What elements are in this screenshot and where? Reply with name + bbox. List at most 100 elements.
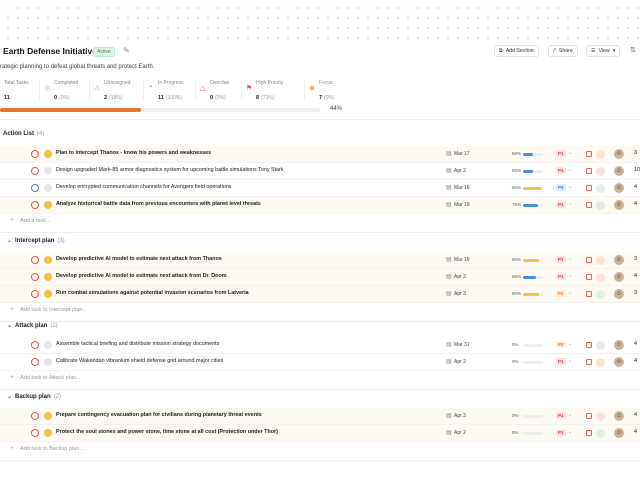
due-date[interactable]: Apr 2 [454, 359, 466, 365]
assignee-avatar[interactable] [596, 412, 605, 421]
flag-icon[interactable] [586, 342, 592, 348]
due-date[interactable]: Mar 17 [454, 151, 470, 157]
user-avatar[interactable]: ☺ [614, 200, 624, 210]
task-row[interactable]: Calibrate Wakandan vibranium shield defe… [0, 354, 640, 371]
task-row[interactable]: Prepare contingency evacuation plan for … [0, 408, 640, 425]
assignee-avatar[interactable] [596, 358, 605, 367]
status-circle-icon[interactable] [31, 150, 39, 158]
assignee-avatar[interactable] [596, 150, 605, 159]
add-task-link[interactable]: + Add task to Intercept plan... [10, 306, 310, 318]
focus-dot-icon[interactable] [44, 184, 52, 192]
focus-dot-icon[interactable] [44, 167, 52, 175]
edit-icon[interactable]: ✎ [123, 46, 130, 55]
chevron-down-icon[interactable]: ⌄ [568, 290, 572, 296]
task-title[interactable]: Run combat simulations against potential… [56, 290, 249, 296]
task-title[interactable]: Develop predictive AI model to estimate … [56, 273, 227, 279]
task-title[interactable]: Calibrate Wakandan vibranium shield defe… [56, 358, 223, 364]
flag-icon[interactable] [586, 291, 592, 297]
user-avatar[interactable]: ☺ [614, 357, 624, 367]
task-title[interactable]: Develop predictive AI model to estimate … [56, 256, 222, 262]
chevron-down-icon[interactable]: ⌄ [7, 237, 15, 244]
focus-dot-icon[interactable] [44, 341, 52, 349]
task-row[interactable]: Develop encrypted communication channels… [0, 180, 640, 197]
priority-badge[interactable]: P1 [556, 358, 566, 365]
due-date[interactable]: Apr 2 [454, 430, 466, 436]
status-circle-icon[interactable] [31, 184, 39, 192]
task-row[interactable]: Develop predictive AI model to estimate … [0, 269, 640, 286]
task-title[interactable]: Prepare contingency evacuation plan for … [56, 412, 262, 418]
task-title[interactable]: Assemble tactical briefing and distribut… [56, 341, 219, 347]
focus-dot-icon[interactable] [44, 150, 52, 158]
priority-badge[interactable]: P1 [556, 167, 566, 174]
user-avatar[interactable]: ☺ [614, 183, 624, 193]
due-date[interactable]: Apr 2 [454, 168, 466, 174]
focus-dot-icon[interactable] [44, 429, 52, 437]
focus-dot-icon[interactable] [44, 358, 52, 366]
chevron-down-icon[interactable]: ⌄ [7, 393, 15, 400]
status-circle-icon[interactable] [31, 358, 39, 366]
share-button[interactable]: ⤤ Share [548, 45, 578, 57]
flag-icon[interactable] [586, 274, 592, 280]
priority-badge[interactable]: P1 [556, 429, 566, 436]
status-circle-icon[interactable] [31, 201, 39, 209]
add-task-link[interactable]: + Add task to Backup plan... [10, 445, 310, 457]
due-date[interactable]: Apr 3 [454, 413, 466, 419]
sort-icon[interactable]: ⇅ [630, 46, 636, 54]
chevron-down-icon[interactable]: ⌄ [568, 150, 572, 156]
user-avatar[interactable]: ☺ [614, 289, 624, 299]
due-date[interactable]: Apr 2 [454, 274, 466, 280]
chevron-down-icon[interactable]: ⌄ [568, 184, 572, 190]
focus-dot-icon[interactable] [44, 201, 52, 209]
task-row[interactable]: Assemble tactical briefing and distribut… [0, 337, 640, 354]
assignee-avatar[interactable] [596, 184, 605, 193]
status-circle-icon[interactable] [31, 412, 39, 420]
priority-badge[interactable]: P1 [556, 412, 566, 419]
chevron-down-icon[interactable]: ⌄ [568, 358, 572, 364]
priority-badge[interactable]: P3 [556, 184, 566, 191]
task-title[interactable]: Design upgraded Mark-85 armor diagnostic… [56, 167, 284, 173]
user-avatar[interactable]: ☺ [614, 428, 624, 438]
due-date[interactable]: Mar 19 [454, 202, 470, 208]
assignee-avatar[interactable] [596, 341, 605, 350]
flag-icon[interactable] [586, 151, 592, 157]
status-circle-icon[interactable] [31, 429, 39, 437]
chevron-down-icon[interactable]: ⌄ [568, 201, 572, 207]
task-row[interactable]: Protect the soul stones and power stone,… [0, 425, 640, 442]
due-date[interactable]: Mar 31 [454, 342, 470, 348]
task-row[interactable]: Design upgraded Mark-85 armor diagnostic… [0, 163, 640, 180]
assignee-avatar[interactable] [596, 201, 605, 210]
section-header[interactable]: ⌄ Intercept plan (3) [0, 237, 640, 251]
task-row[interactable]: Develop predictive AI model to estimate … [0, 252, 640, 269]
section-header[interactable]: ⌄ Backup plan (2) [0, 393, 640, 407]
chevron-down-icon[interactable]: ⌄ [7, 322, 15, 329]
assignee-avatar[interactable] [596, 167, 605, 176]
due-date[interactable]: Mar 19 [454, 257, 470, 263]
task-row[interactable]: Run combat simulations against potential… [0, 286, 640, 303]
user-avatar[interactable]: ☺ [614, 411, 624, 421]
status-circle-icon[interactable] [31, 341, 39, 349]
chevron-down-icon[interactable]: ⌄ [568, 167, 572, 173]
status-circle-icon[interactable] [31, 167, 39, 175]
task-row[interactable]: Plan to intercept Thanos - know his powe… [0, 146, 640, 163]
status-circle-icon[interactable] [31, 290, 39, 298]
status-circle-icon[interactable] [31, 256, 39, 264]
chevron-down-icon[interactable]: ⌄ [568, 341, 572, 347]
priority-badge[interactable]: P2 [556, 341, 566, 348]
flag-icon[interactable] [586, 413, 592, 419]
chevron-down-icon[interactable]: ⌄ [568, 412, 572, 418]
user-avatar[interactable]: ☺ [614, 255, 624, 265]
flag-icon[interactable] [586, 168, 592, 174]
due-date[interactable]: Mar 16 [454, 185, 470, 191]
task-row[interactable]: Analyze historical battle data from prev… [0, 197, 640, 214]
focus-dot-icon[interactable] [44, 412, 52, 420]
focus-dot-icon[interactable] [44, 290, 52, 298]
priority-badge[interactable]: P1 [556, 201, 566, 208]
chevron-down-icon[interactable]: ⌄ [568, 429, 572, 435]
chevron-down-icon[interactable]: ⌄ [568, 273, 572, 279]
flag-icon[interactable] [586, 202, 592, 208]
assignee-avatar[interactable] [596, 290, 605, 299]
user-avatar[interactable]: ☺ [614, 166, 624, 176]
task-title[interactable]: Protect the soul stones and power stone,… [56, 429, 278, 435]
flag-icon[interactable] [586, 257, 592, 263]
status-circle-icon[interactable] [31, 273, 39, 281]
